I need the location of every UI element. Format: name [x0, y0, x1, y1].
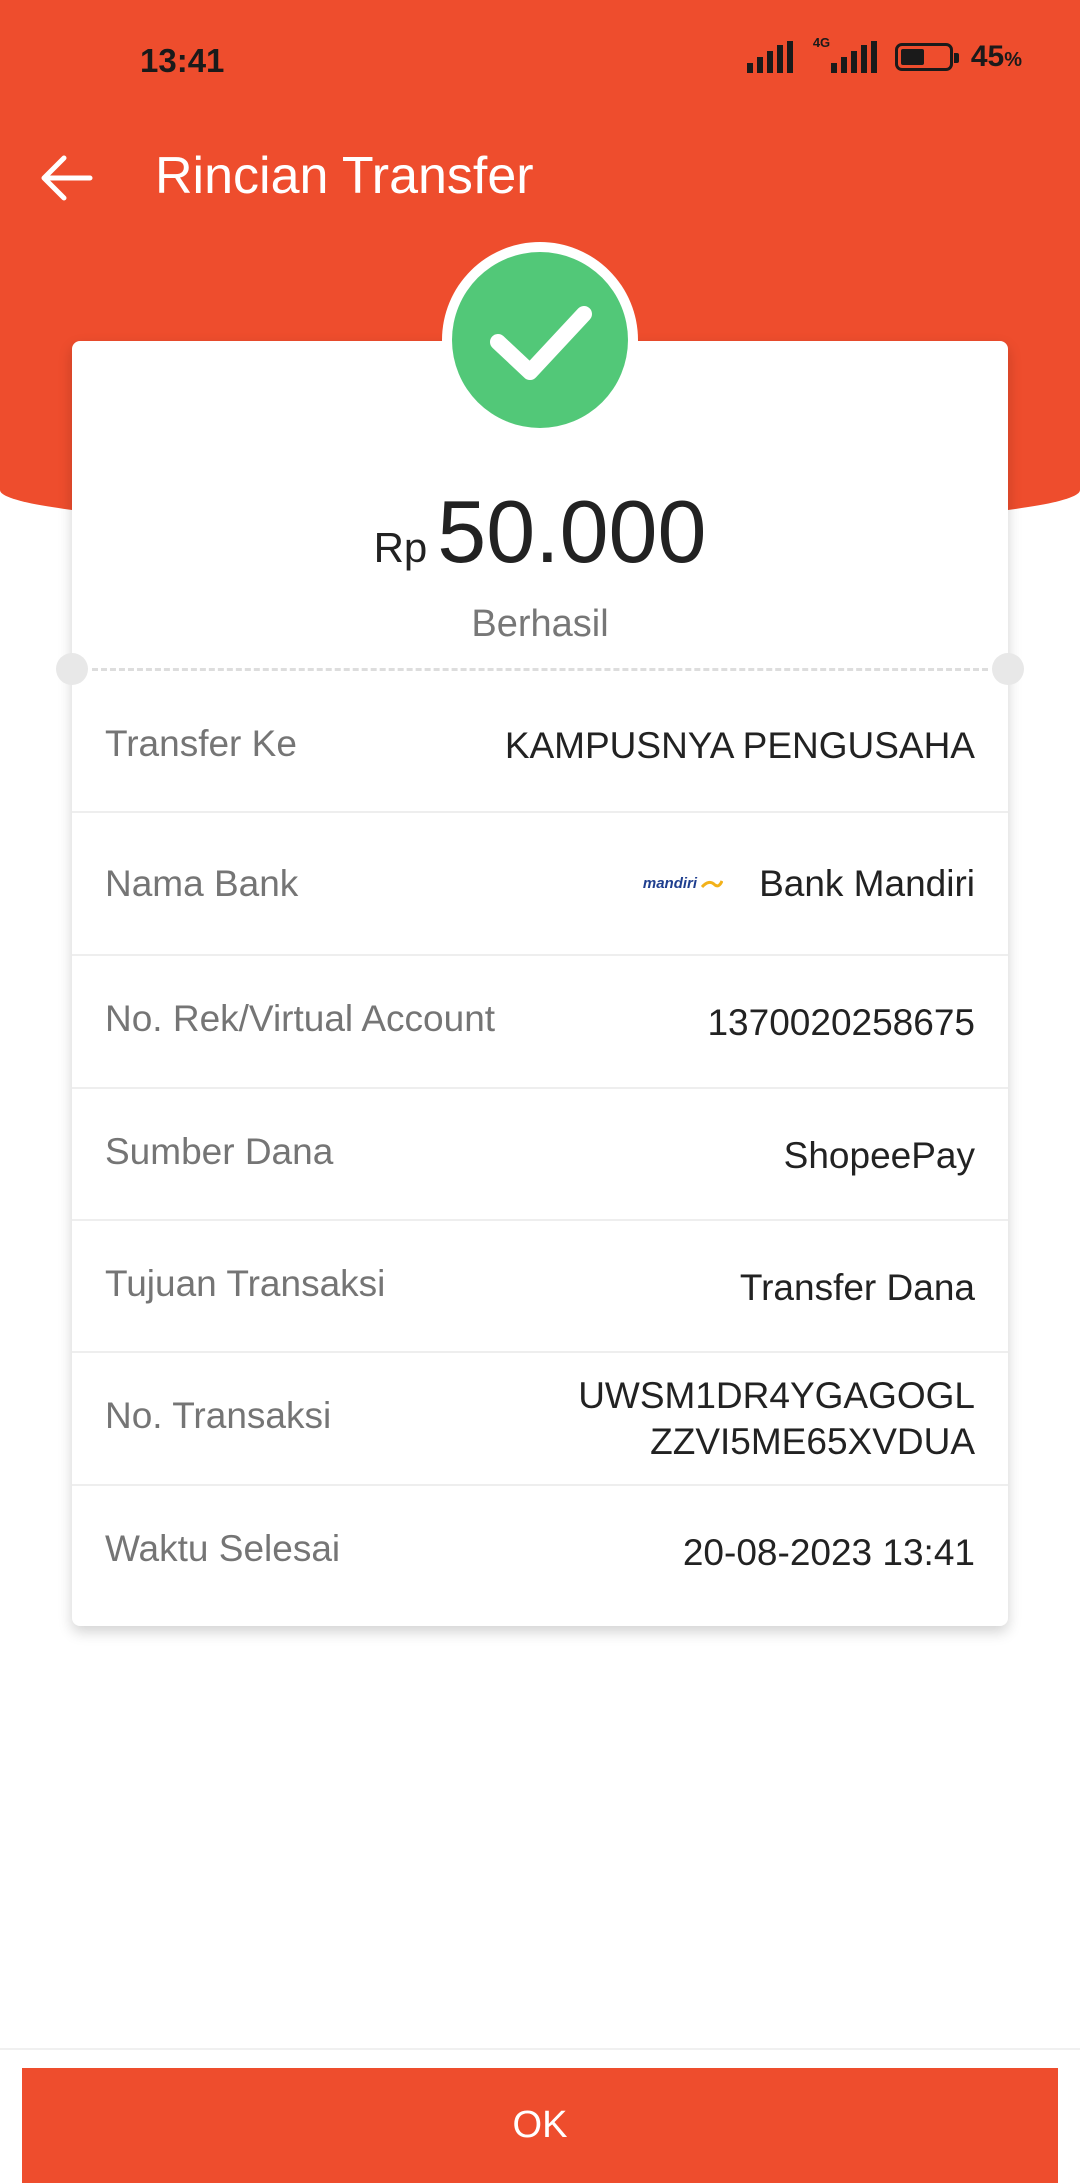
app-bar: Rincian Transfer: [0, 120, 1080, 230]
detail-value: KAMPUSNYA PENGUSAHA: [504, 725, 975, 766]
detail-value: Transfer Dana: [739, 1267, 975, 1308]
mobile-data-icon: 4G: [811, 35, 877, 73]
checkmark-icon: [490, 306, 592, 380]
success-circle: [452, 252, 628, 428]
success-badge: [442, 242, 638, 438]
footer-divider: [0, 2048, 1080, 2050]
detail-label: No. Transaksi: [105, 1395, 332, 1436]
detail-row-no-transaksi: No. Transaksi UWSM1DR4YGAGOGL ZZVI5ME65X…: [72, 1353, 1008, 1486]
detail-row-no-rek: No. Rek/Virtual Account 1370020258675: [72, 956, 1008, 1089]
detail-row-sumber-dana: Sumber Dana ShopeePay: [72, 1089, 1008, 1221]
amount-value: 50.000: [437, 482, 707, 581]
detail-list: Transfer Ke KAMPUSNYA PENGUSAHA Nama Ban…: [72, 671, 1008, 1618]
status-bar: 13:41 4G 45%: [0, 0, 1080, 120]
detail-label: Nama Bank: [105, 863, 299, 904]
detail-value: UWSM1DR4YGAGOGL ZZVI5ME65XVDUA: [578, 1375, 975, 1462]
battery-icon: [894, 43, 959, 71]
receipt-card: Rp 50.000 Berhasil Transfer Ke KAMPUSNYA …: [56, 341, 1024, 1626]
signal-icon: [746, 41, 793, 73]
battery-percent: 45%: [970, 40, 1022, 73]
network-type: 4G: [812, 35, 831, 50]
detail-value: 20-08-2023 13:41: [682, 1532, 975, 1573]
ok-button[interactable]: OK: [22, 2068, 1058, 2183]
detail-value: 1370020258675: [707, 1002, 975, 1043]
detail-label: Sumber Dana: [105, 1131, 334, 1172]
detail-value: ShopeePay: [783, 1135, 975, 1176]
detail-label: Tujuan Transaksi: [105, 1263, 386, 1304]
arrow-left-icon: [41, 155, 93, 201]
status-time: 13:41: [140, 42, 225, 79]
page-title: Rincian Transfer: [155, 147, 534, 205]
currency-label: Rp: [373, 524, 428, 571]
detail-row-transfer-ke: Transfer Ke KAMPUSNYA PENGUSAHA: [72, 671, 1008, 813]
detail-label: No. Rek/Virtual Account: [105, 998, 496, 1039]
detail-row-nama-bank: Nama Bank mandiri Bank Mandiri: [72, 813, 1008, 956]
detail-row-waktu-selesai: Waktu Selesai 20-08-2023 13:41: [72, 1486, 1008, 1618]
detail-label: Waktu Selesai: [105, 1528, 341, 1569]
detail-label: Transfer Ke: [105, 723, 297, 764]
back-button[interactable]: [36, 148, 96, 208]
detail-value: mandiri Bank Mandiri: [643, 861, 975, 907]
detail-row-tujuan-transaksi: Tujuan Transaksi Transfer Dana: [72, 1221, 1008, 1353]
mandiri-logo: mandiri: [643, 861, 724, 907]
transfer-amount: Rp 50.000: [72, 481, 1008, 583]
status-icons: 4G 45%: [746, 35, 1022, 74]
transfer-status: Berhasil: [471, 603, 609, 645]
